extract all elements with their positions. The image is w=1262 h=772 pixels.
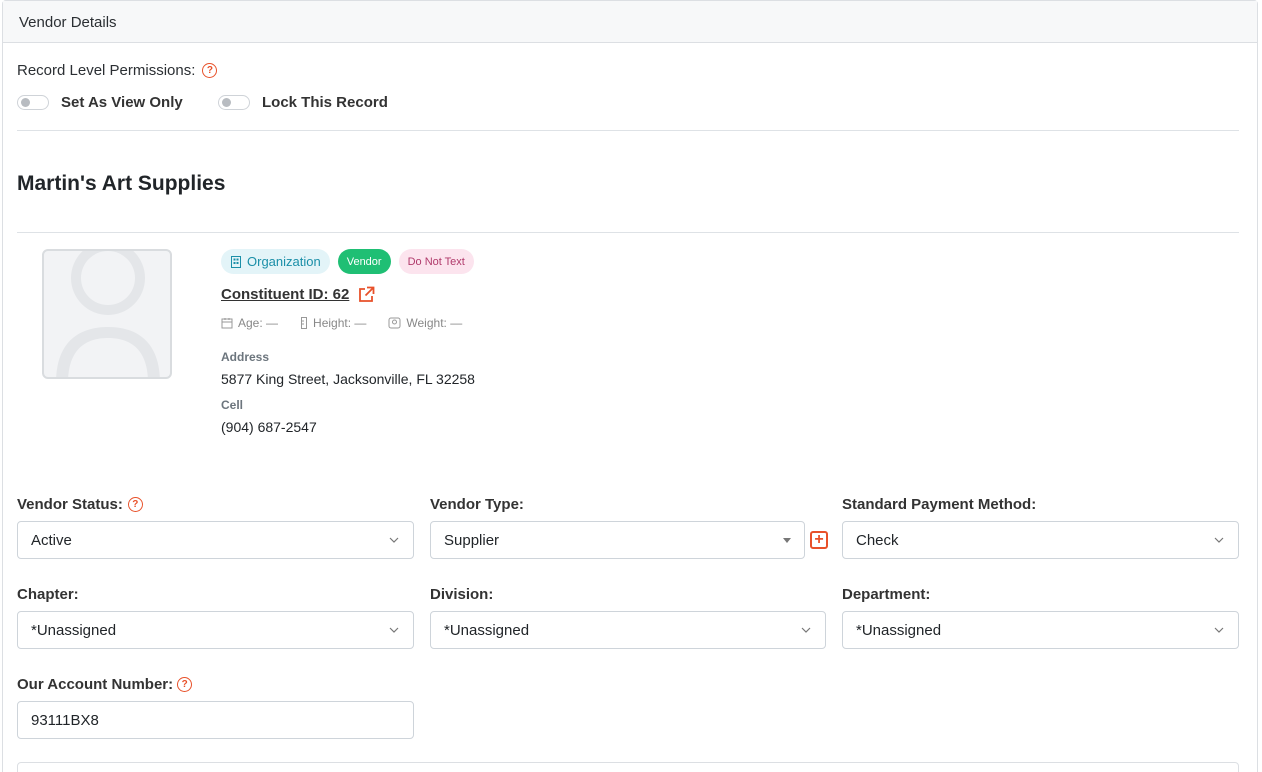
address-value: 5877 King Street, Jacksonville, FL 32258 [221, 371, 475, 387]
constituent-id-link[interactable]: Constituent ID: 62 [221, 286, 349, 303]
badge-row: Organization Vendor Do Not Text [221, 249, 474, 274]
chevron-down-icon [1214, 627, 1224, 633]
chevron-down-icon [389, 627, 399, 633]
department-label: Department: [842, 586, 931, 603]
divider [17, 232, 1239, 233]
age-text: Age: — [238, 316, 279, 330]
view-only-toggle[interactable] [17, 95, 49, 110]
chevron-down-icon [389, 537, 399, 543]
organization-badge-label: Organization [247, 254, 321, 269]
record-permissions-text: Record Level Permissions: [17, 62, 196, 79]
vendor-type-select[interactable]: Supplier [430, 521, 805, 559]
next-section-box [17, 762, 1239, 772]
payment-method-select[interactable]: Check [842, 521, 1239, 559]
department-value: *Unassigned [856, 621, 942, 639]
external-link-icon[interactable] [358, 286, 375, 303]
age-stat: Age: — [221, 316, 278, 330]
help-icon[interactable]: ? [177, 677, 193, 692]
building-icon [231, 255, 241, 268]
weight-stat: Weight: — [388, 316, 462, 330]
vendor-type-value: Supplier [444, 531, 500, 549]
lock-record-label: Lock This Record [262, 94, 388, 111]
vendor-status-value: Active [31, 531, 72, 549]
caret-down-icon [783, 537, 791, 543]
physical-stats: Age: — Height: — Weight: — [221, 316, 462, 330]
payment-method-value: Check [856, 531, 899, 549]
vendor-name-title: Martin's Art Supplies [17, 172, 226, 195]
view-only-label: Set As View Only [61, 94, 183, 111]
payment-method-label: Standard Payment Method: [842, 496, 1037, 513]
cell-value: (904) 687-2547 [221, 419, 317, 435]
height-stat: Height: — [300, 316, 366, 330]
cell-label: Cell [221, 398, 244, 412]
help-icon[interactable]: ? [127, 497, 143, 512]
division-label: Division: [430, 586, 494, 603]
organization-badge: Organization [221, 249, 330, 274]
constituent-id: Constituent ID: 62 [221, 286, 375, 303]
record-permissions-label: Record Level Permissions: ? [17, 62, 218, 79]
division-select[interactable]: *Unassigned [430, 611, 826, 649]
chapter-value: *Unassigned [31, 621, 117, 639]
account-number-label-text: Our Account Number: [17, 676, 174, 693]
divider [17, 130, 1239, 131]
scale-icon [388, 317, 401, 329]
avatar [42, 249, 172, 379]
do-not-text-badge: Do Not Text [398, 249, 474, 274]
help-icon[interactable]: ? [202, 63, 218, 78]
department-select[interactable]: *Unassigned [842, 611, 1239, 649]
chapter-select[interactable]: *Unassigned [17, 611, 414, 649]
vendor-type-label: Vendor Type: [430, 496, 524, 513]
account-number-value: 93111BX8 [31, 711, 99, 729]
card-header: Vendor Details [3, 1, 1257, 43]
account-number-label: Our Account Number: ? [17, 676, 193, 693]
vendor-details-card: Vendor Details [2, 0, 1258, 772]
lock-record-toggle[interactable] [218, 95, 250, 110]
avatar-placeholder-icon [56, 251, 160, 377]
chevron-down-icon [1214, 537, 1224, 543]
vendor-status-label-text: Vendor Status: [17, 496, 123, 513]
chapter-label: Chapter: [17, 586, 79, 603]
view-only-toggle-row[interactable]: Set As View Only [17, 94, 183, 111]
lock-record-toggle-row[interactable]: Lock This Record [218, 94, 388, 111]
add-vendor-type-button[interactable]: + [810, 531, 828, 549]
ruler-icon [301, 317, 308, 329]
weight-text: Weight: — [406, 316, 463, 330]
chevron-down-icon [801, 627, 811, 633]
account-number-input[interactable]: 93111BX8 [17, 701, 414, 739]
vendor-status-select[interactable]: Active [17, 521, 414, 559]
height-text: Height: — [313, 316, 367, 330]
calendar-icon [221, 318, 233, 329]
division-value: *Unassigned [444, 621, 530, 639]
address-label: Address [221, 350, 270, 364]
vendor-status-label: Vendor Status: ? [17, 496, 143, 513]
vendor-badge: Vendor [337, 249, 391, 274]
